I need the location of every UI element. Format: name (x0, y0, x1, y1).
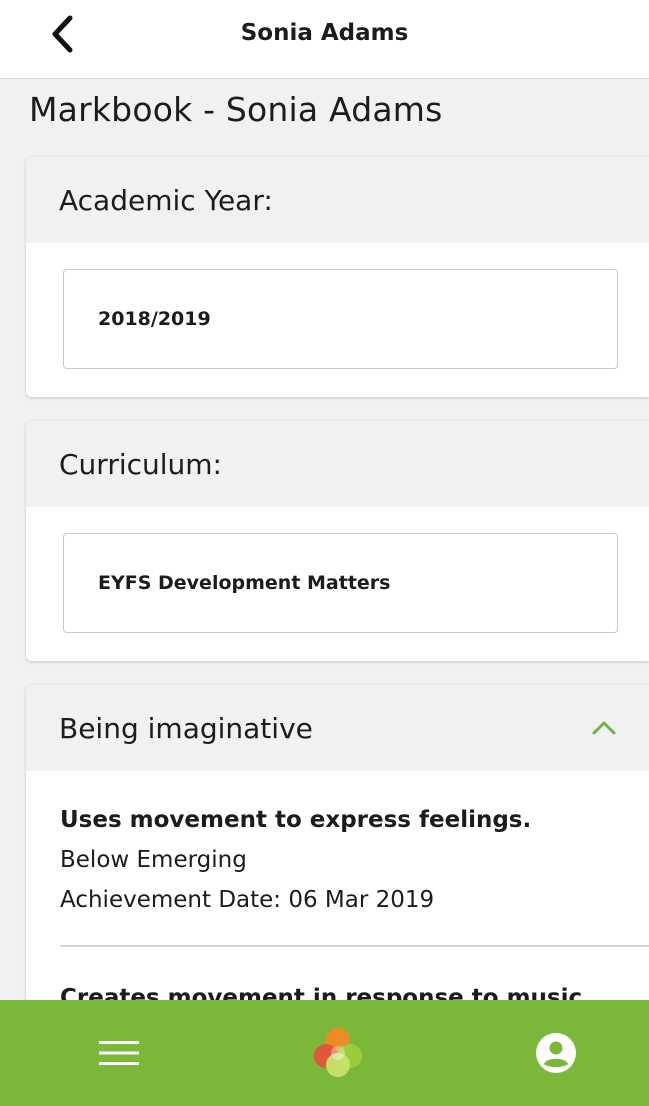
home-button[interactable] (310, 1025, 366, 1081)
section-title: Being imaginative (59, 712, 313, 745)
profile-button[interactable] (528, 1025, 584, 1081)
account-circle-icon (536, 1033, 576, 1073)
academic-year-label: Academic Year: (59, 184, 273, 217)
collapse-toggle[interactable] (589, 713, 619, 743)
menu-button[interactable] (91, 1025, 147, 1081)
curriculum-label: Curriculum: (59, 448, 222, 481)
section-card: Being imaginative Uses movement to expre… (26, 685, 649, 1025)
divider (60, 945, 649, 947)
item-title: Uses movement to express feelings. (60, 807, 532, 833)
academic-year-value: 2018/2019 (98, 308, 211, 330)
academic-year-select[interactable]: 2018/2019 (63, 269, 618, 369)
item-level: Below Emerging (60, 847, 247, 873)
page-title: Markbook - Sonia Adams (29, 90, 443, 129)
academic-year-header: Academic Year: (26, 157, 649, 243)
hamburger-menu-icon (99, 1041, 139, 1065)
header-title: Sonia Adams (240, 20, 409, 46)
app-logo-icon (314, 1028, 362, 1077)
academic-year-card: Academic Year: 2018/2019 (26, 157, 649, 397)
curriculum-card: Curriculum: EYFS Development Matters (26, 421, 649, 661)
chevron-up-icon (592, 721, 616, 735)
curriculum-value: EYFS Development Matters (98, 572, 391, 594)
top-bar: Sonia Adams (0, 0, 649, 79)
curriculum-header: Curriculum: (26, 421, 649, 507)
bottom-nav (0, 1000, 649, 1106)
curriculum-select[interactable]: EYFS Development Matters (63, 533, 618, 633)
section-header[interactable]: Being imaginative (26, 685, 649, 771)
item-date: Achievement Date: 06 Mar 2019 (60, 887, 435, 913)
